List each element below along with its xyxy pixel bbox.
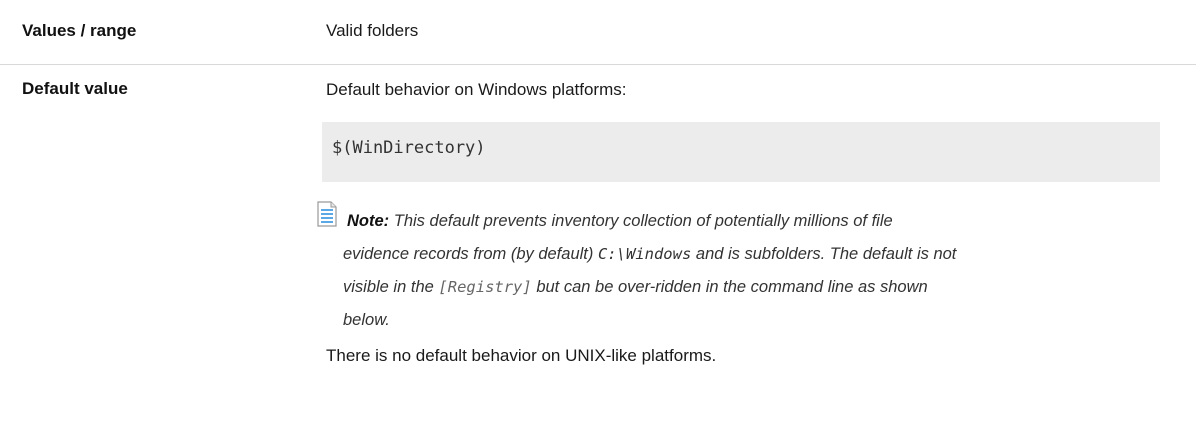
default-intro-text: Default behavior on Windows platforms: [326, 80, 627, 99]
note-text: but can be over-ridden in the command li… [536, 278, 928, 296]
note-text: visible in the [343, 278, 434, 296]
table-row: Values / range Valid folders [0, 0, 1196, 65]
settings-table: Values / range Valid folders Default val… [0, 0, 1196, 432]
note-text: evidence records from (by default) [343, 245, 594, 263]
row-label-default-value: Default value [22, 79, 128, 98]
table-row: Default value Default behavior on Window… [0, 65, 1196, 432]
code-block: $(WinDirectory) [322, 122, 1160, 182]
note-label: Note: [347, 212, 390, 230]
note-callout: Note: This default prevents inventory co… [317, 201, 1180, 337]
note-text: and is subfolders. The default is not [695, 245, 957, 263]
note-document-icon [317, 201, 337, 227]
row-label-values-range: Values / range [22, 21, 137, 40]
row-value-values-range: Valid folders [326, 21, 419, 40]
note-text: This default prevents inventory collecti… [393, 212, 893, 230]
default-outro-text: There is no default behavior on UNIX-lik… [326, 346, 717, 365]
note-code-section: [Registry] [438, 278, 532, 296]
row-value-default-value: Default behavior on Windows platforms: $… [317, 79, 1180, 367]
note-code-path: C:\Windows [597, 245, 692, 263]
note-text: below. [343, 311, 390, 329]
